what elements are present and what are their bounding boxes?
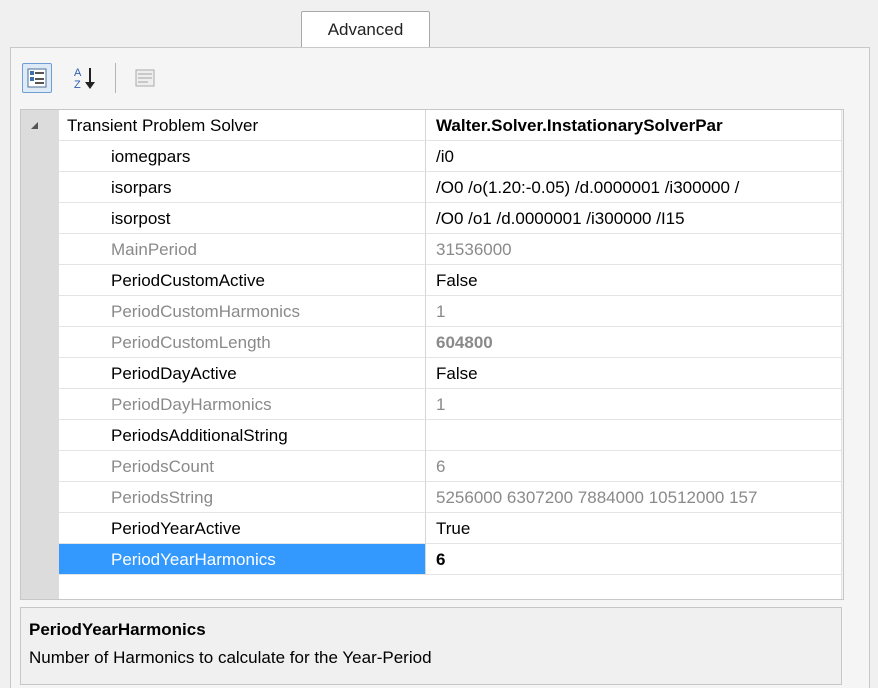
property-name: PeriodCustomActive bbox=[59, 265, 426, 296]
vertical-scrollbar[interactable] bbox=[841, 110, 843, 599]
collapse-arrow-icon[interactable] bbox=[31, 122, 38, 129]
toolbar-separator bbox=[115, 63, 116, 93]
property-grid: Transient Problem Solver Walter.Solver.I… bbox=[20, 109, 844, 600]
property-row[interactable]: isorpars /O0 /o(1.20:-0.05) /d.0000001 /… bbox=[21, 172, 843, 203]
property-value[interactable]: /O0 /o(1.20:-0.05) /d.0000001 /i300000 / bbox=[426, 172, 843, 203]
tab-advanced-label: Advanced bbox=[327, 20, 404, 39]
property-name: PeriodYearHarmonics bbox=[59, 544, 426, 575]
property-name: PeriodCustomLength bbox=[59, 327, 426, 358]
property-row[interactable]: MainPeriod 31536000 bbox=[21, 234, 843, 265]
property-row[interactable]: iomegpars /i0 bbox=[21, 141, 843, 172]
property-name: PeriodYearActive bbox=[59, 513, 426, 544]
property-pages-icon bbox=[135, 69, 155, 87]
property-value: 1 bbox=[426, 389, 843, 420]
property-value: 31536000 bbox=[426, 234, 843, 265]
property-name: iomegpars bbox=[59, 141, 426, 172]
description-pane: PeriodYearHarmonics Number of Harmonics … bbox=[20, 607, 842, 685]
scroll-down-button[interactable] bbox=[842, 576, 843, 595]
category-value: Walter.Solver.InstationarySolverPar bbox=[426, 110, 843, 141]
svg-text:A: A bbox=[74, 67, 82, 79]
tab-advanced[interactable]: Advanced bbox=[301, 11, 430, 48]
property-name: PeriodsString bbox=[59, 482, 426, 513]
property-name: PeriodsCount bbox=[59, 451, 426, 482]
property-value: 1 bbox=[426, 296, 843, 327]
property-value[interactable]: 6 bbox=[426, 544, 843, 575]
property-row[interactable]: PeriodDayHarmonics 1 bbox=[21, 389, 843, 420]
property-name: isorpost bbox=[59, 203, 426, 234]
property-name: PeriodCustomHarmonics bbox=[59, 296, 426, 327]
property-value: 6 bbox=[426, 451, 843, 482]
property-row[interactable]: PeriodDayActive False bbox=[21, 358, 843, 389]
scroll-up-button[interactable] bbox=[842, 110, 843, 129]
property-pages-button[interactable] bbox=[130, 63, 160, 93]
property-row[interactable]: PeriodsCount 6 bbox=[21, 451, 843, 482]
property-value[interactable] bbox=[426, 420, 843, 451]
property-row[interactable]: PeriodCustomActive False bbox=[21, 265, 843, 296]
property-row[interactable]: PeriodYearActive True bbox=[21, 513, 843, 544]
property-value: 604800 bbox=[426, 327, 843, 358]
alphabetical-sort-button[interactable]: A Z bbox=[70, 63, 100, 93]
property-name: isorpars bbox=[59, 172, 426, 203]
property-value[interactable]: False bbox=[426, 358, 843, 389]
sort-alphabetical-icon: A Z bbox=[74, 67, 95, 91]
category-row-transient-problem-solver[interactable]: Transient Problem Solver Walter.Solver.I… bbox=[21, 110, 843, 141]
categorized-view-icon bbox=[27, 68, 47, 88]
property-value[interactable]: False bbox=[426, 265, 843, 296]
property-name: MainPeriod bbox=[59, 234, 426, 265]
property-row[interactable]: isorpost /O0 /o1 /d.0000001 /i300000 /I1… bbox=[21, 203, 843, 234]
svg-text:Z: Z bbox=[74, 79, 81, 91]
property-name: PeriodsAdditionalString bbox=[59, 420, 426, 451]
property-row[interactable]: PeriodCustomHarmonics 1 bbox=[21, 296, 843, 327]
property-row-selected[interactable]: PeriodYearHarmonics 6 bbox=[21, 544, 843, 575]
property-value[interactable]: /O0 /o1 /d.0000001 /i300000 /I15 bbox=[426, 203, 843, 234]
tab-strip: Advanced bbox=[0, 0, 878, 48]
property-grid-toolbar: A Z bbox=[10, 47, 868, 107]
property-value[interactable]: True bbox=[426, 513, 843, 544]
category-name: Transient Problem Solver bbox=[59, 110, 426, 141]
property-row[interactable]: PeriodsAdditionalString bbox=[21, 420, 843, 451]
description-text: Number of Harmonics to calculate for the… bbox=[29, 648, 432, 667]
property-value: 5256000 6307200 7884000 10512000 157 bbox=[426, 482, 843, 513]
property-row[interactable]: PeriodCustomLength 604800 bbox=[21, 327, 843, 358]
description-title: PeriodYearHarmonics bbox=[29, 620, 206, 639]
property-name: PeriodDayActive bbox=[59, 358, 426, 389]
property-row[interactable]: PeriodsString 5256000 6307200 7884000 10… bbox=[21, 482, 843, 513]
property-name: PeriodDayHarmonics bbox=[59, 389, 426, 420]
property-value[interactable]: /i0 bbox=[426, 141, 843, 172]
categorized-view-button[interactable] bbox=[22, 63, 52, 93]
